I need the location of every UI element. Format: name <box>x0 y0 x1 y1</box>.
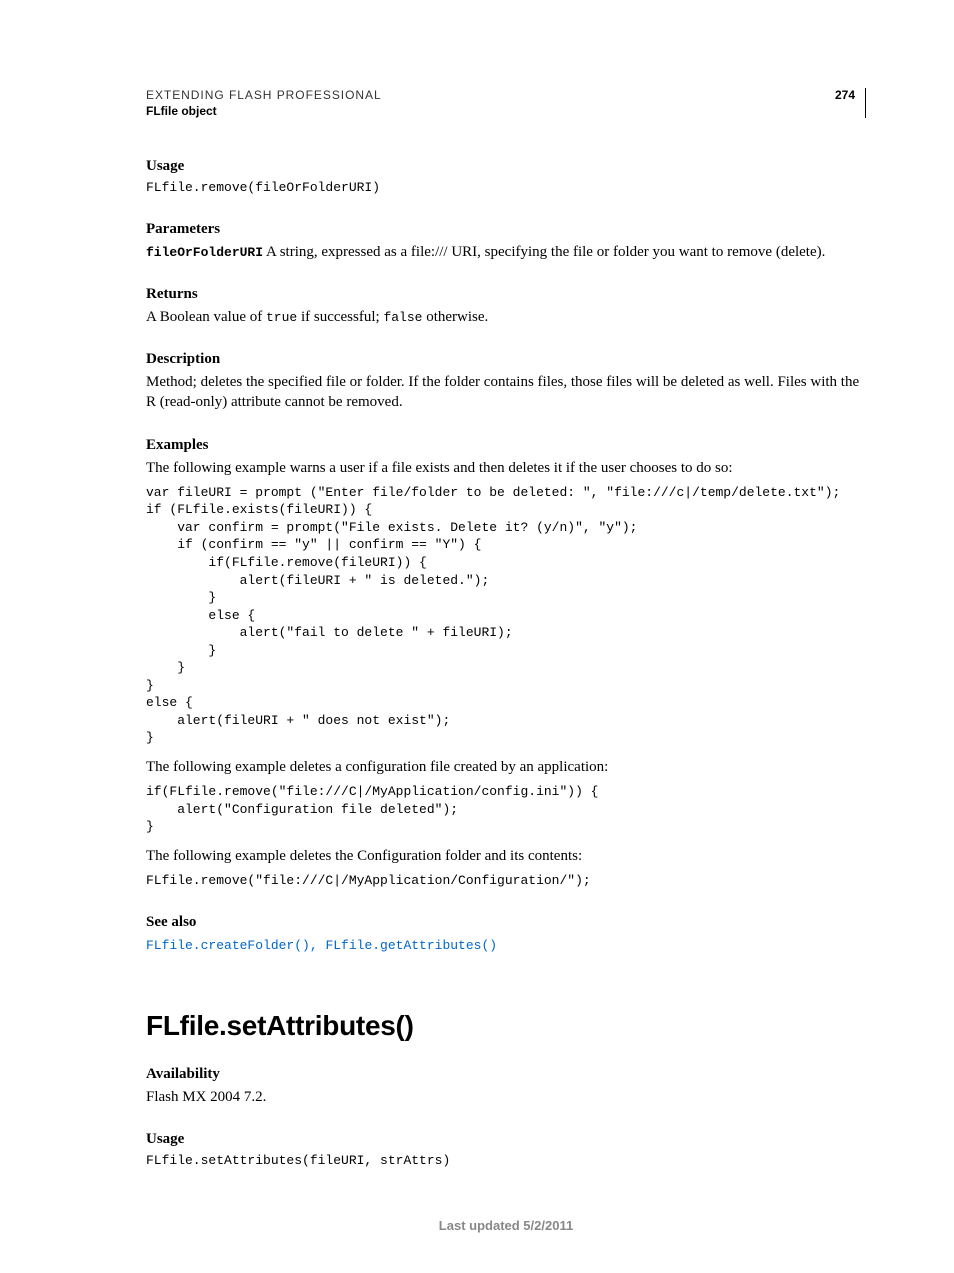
code-usage: FLfile.remove(fileOrFolderURI) <box>146 179 866 197</box>
book-title: EXTENDING FLASH PROFESSIONAL <box>146 88 382 102</box>
heading-usage: Usage <box>146 158 866 175</box>
examples-intro1: The following example warns a user if a … <box>146 458 866 478</box>
param-desc: A string, expressed as a file:/// URI, s… <box>263 244 825 260</box>
heading-examples: Examples <box>146 437 866 454</box>
examples-intro2: The following example deletes a configur… <box>146 757 866 777</box>
heading-parameters: Parameters <box>146 221 866 238</box>
examples-code2: if(FLfile.remove("file:///C|/MyApplicati… <box>146 783 866 836</box>
heading-seealso: See also <box>146 914 866 931</box>
seealso-link-createfolder[interactable]: FLfile.createFolder() <box>146 938 310 953</box>
code-usage2: FLfile.setAttributes(fileURI, strAttrs) <box>146 1152 866 1170</box>
page-content: EXTENDING FLASH PROFESSIONAL FLfile obje… <box>0 0 954 1273</box>
page-header: EXTENDING FLASH PROFESSIONAL FLfile obje… <box>146 88 866 118</box>
heading-availability: Availability <box>146 1066 866 1083</box>
seealso-sep: , <box>310 938 326 953</box>
chapter-title: FLfile object <box>146 104 382 118</box>
returns-true: true <box>266 310 297 325</box>
heading-description: Description <box>146 351 866 368</box>
footer-last-updated: Last updated 5/2/2011 <box>146 1218 866 1233</box>
returns-b: if successful; <box>297 309 383 325</box>
examples-code1: var fileURI = prompt ("Enter file/folder… <box>146 484 866 747</box>
heading-returns: Returns <box>146 286 866 303</box>
parameters-text: fileOrFolderURI A string, expressed as a… <box>146 242 866 262</box>
examples-intro3: The following example deletes the Config… <box>146 846 866 866</box>
returns-c: otherwise. <box>422 309 488 325</box>
seealso-links: FLfile.createFolder(), FLfile.getAttribu… <box>146 935 866 955</box>
page-number: 274 <box>835 88 855 102</box>
seealso-link-getattributes[interactable]: FLfile.getAttributes() <box>325 938 497 953</box>
heading-usage2: Usage <box>146 1131 866 1148</box>
method-title: FLfile.setAttributes() <box>146 1010 866 1042</box>
param-name: fileOrFolderURI <box>146 245 263 260</box>
header-left: EXTENDING FLASH PROFESSIONAL FLfile obje… <box>146 88 382 118</box>
returns-text: A Boolean value of true if successful; f… <box>146 307 866 327</box>
examples-code3: FLfile.remove("file:///C|/MyApplication/… <box>146 872 866 890</box>
availability-text: Flash MX 2004 7.2. <box>146 1087 866 1107</box>
returns-a: A Boolean value of <box>146 309 266 325</box>
description-text: Method; deletes the specified file or fo… <box>146 372 866 413</box>
returns-false: false <box>383 310 422 325</box>
